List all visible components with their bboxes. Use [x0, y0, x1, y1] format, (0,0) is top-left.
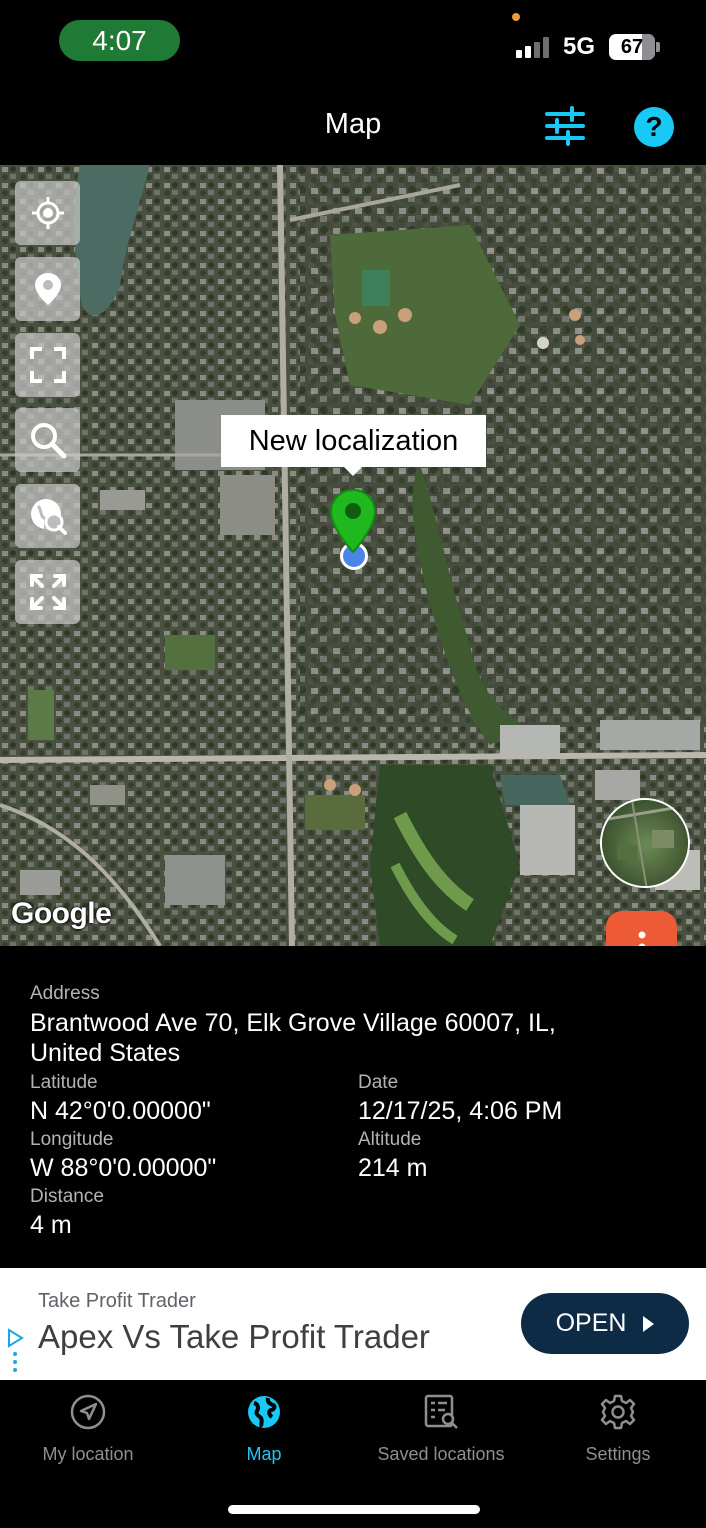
map-layer-thumbnail: [602, 800, 688, 886]
longitude-label: Longitude: [30, 1129, 114, 1150]
more-options-button[interactable]: [606, 911, 677, 946]
fullscreen-button[interactable]: [15, 560, 80, 624]
cellular-signal-icon: [516, 36, 554, 58]
play-arrow-icon: [643, 1316, 655, 1332]
tab-map-label: Map: [246, 1444, 282, 1464]
filter-settings-button[interactable]: [544, 106, 586, 146]
battery-icon: 67: [609, 34, 655, 60]
latitude-label: Latitude: [30, 1072, 98, 1093]
marker-callout[interactable]: New localization: [221, 415, 486, 467]
ad-open-label: OPEN: [555, 1309, 627, 1337]
google-attribution: Google: [11, 897, 112, 930]
gear-icon: [600, 1394, 636, 1430]
satellite-map[interactable]: New localization Google: [0, 165, 706, 946]
expand-arrows-icon: [29, 574, 66, 610]
search-map-button[interactable]: [15, 408, 80, 472]
address-line-2: United States: [30, 1039, 181, 1067]
sliders-icon: [545, 106, 585, 146]
saved-list-icon: [424, 1394, 458, 1429]
date-value: 12/17/25, 4:06 PM: [358, 1097, 563, 1125]
help-button[interactable]: ?: [634, 107, 674, 147]
privacy-indicator-dot: [512, 13, 520, 21]
crosshair-icon: [31, 197, 64, 229]
drop-pin-button[interactable]: [15, 257, 80, 321]
address-label: Address: [30, 983, 100, 1004]
tab-saved-locations-label: Saved locations: [377, 1444, 505, 1464]
tab-map[interactable]: Map: [176, 1380, 352, 1480]
page-title: Map: [324, 108, 382, 140]
longitude-value: W 88°0'0.00000": [30, 1154, 217, 1182]
tab-my-location[interactable]: My location: [0, 1380, 176, 1480]
battery-percent: 67: [620, 36, 644, 58]
globe-icon: [248, 1396, 280, 1429]
network-type: 5G: [563, 33, 596, 60]
altitude-label: Altitude: [358, 1129, 422, 1150]
app-header: Map ?: [0, 92, 706, 165]
tab-settings[interactable]: Settings: [530, 1380, 706, 1480]
locate-me-button[interactable]: [15, 181, 80, 245]
distance-value: 4 m: [30, 1211, 72, 1239]
globe-search-icon: [30, 499, 67, 535]
vertical-dots-icon: [638, 931, 645, 946]
distance-label: Distance: [30, 1186, 104, 1207]
address-line-1: Brantwood Ave 70, Elk Grove Village 6000…: [30, 1009, 556, 1037]
latitude-value: N 42°0'0.00000": [30, 1097, 211, 1125]
map-layer-toggle[interactable]: [600, 798, 690, 888]
location-marker-pin[interactable]: [329, 488, 377, 554]
ad-headline[interactable]: Apex Vs Take Profit Trader: [38, 1318, 430, 1356]
ad-choices-icon[interactable]: [5, 1326, 25, 1376]
ad-advertiser: Take Profit Trader: [38, 1290, 196, 1312]
tab-my-location-label: My location: [42, 1444, 134, 1464]
search-globe-button[interactable]: [15, 484, 80, 548]
location-details: Address Brantwood Ave 70, Elk Grove Vill…: [0, 946, 706, 1268]
callout-tail: [343, 466, 363, 476]
ad-banner[interactable]: Take Profit Trader Apex Vs Take Profit T…: [0, 1268, 706, 1380]
altitude-value: 214 m: [358, 1154, 428, 1182]
date-label: Date: [358, 1072, 399, 1093]
status-time: 4:07: [59, 20, 180, 61]
tab-saved-locations[interactable]: Saved locations: [353, 1380, 529, 1480]
navigation-arrow-icon: [70, 1394, 106, 1430]
home-indicator: [228, 1505, 480, 1514]
tab-settings-label: Settings: [585, 1444, 651, 1464]
ad-open-button[interactable]: OPEN: [521, 1293, 689, 1354]
search-icon: [30, 423, 66, 459]
frame-corners-icon: [29, 347, 66, 383]
map-pin-icon: [34, 273, 61, 305]
status-bar: 4:07 5G 67: [0, 0, 706, 92]
fit-bounds-button[interactable]: [15, 333, 80, 397]
